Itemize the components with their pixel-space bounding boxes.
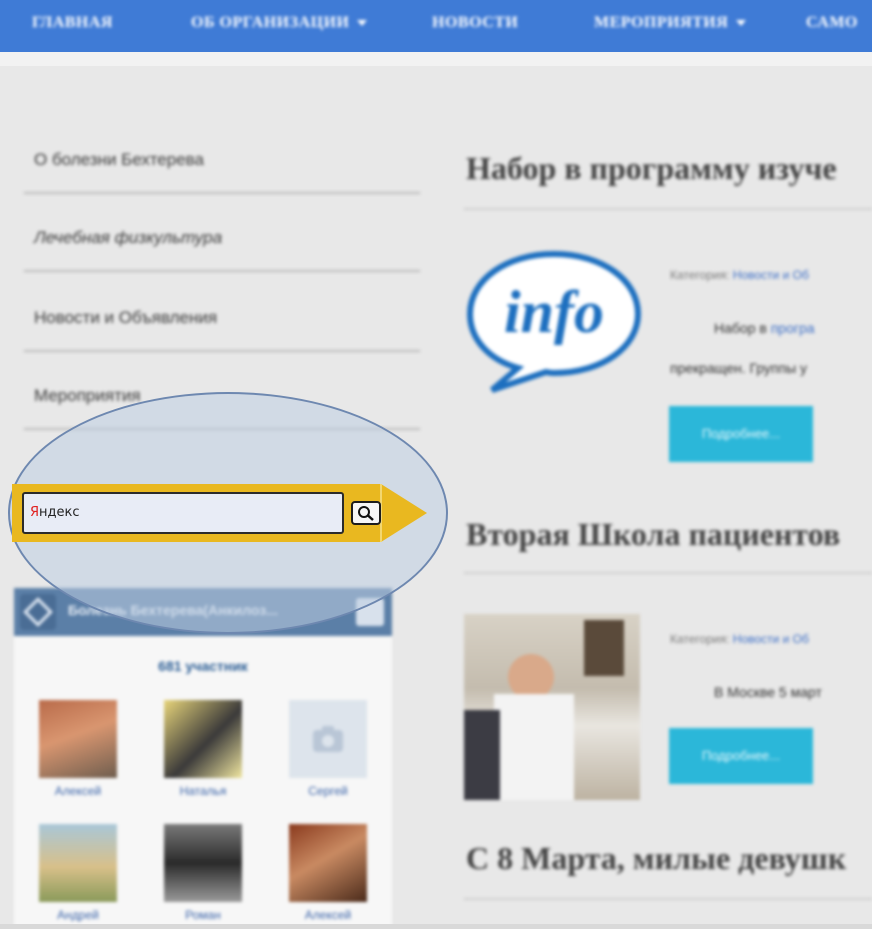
article-text-line: прекращен. Группы у	[670, 360, 808, 376]
vk-member[interactable]: Наталья	[163, 700, 243, 798]
vk-widget-body: 681 участник Алексей Наталья Сергей Андр…	[14, 636, 392, 929]
divider	[464, 572, 872, 574]
article-category: Категория: Новости и Об	[670, 268, 809, 282]
nav-self[interactable]: САМО	[806, 14, 858, 32]
sidebar-item-disease[interactable]: О болезни Бехтерева	[24, 114, 420, 194]
chevron-down-icon	[736, 20, 747, 27]
vk-member[interactable]: Андрей	[38, 824, 118, 922]
avatar	[39, 824, 117, 902]
article-category: Категория: Новости и Об	[670, 632, 809, 646]
top-navigation: ГЛАВНАЯ ОБ ОРГАНИЗАЦИИ НОВОСТИ МЕРОПРИЯТ…	[0, 0, 872, 66]
article-text: Набор в програ	[714, 320, 815, 336]
read-more-button[interactable]: Подробнее...	[669, 728, 813, 784]
avatar	[164, 700, 242, 778]
nav-home[interactable]: ГЛАВНАЯ	[32, 14, 113, 32]
vk-member[interactable]: Сергей	[288, 700, 368, 798]
sidebar-item-label: Лечебная физкультура	[34, 228, 223, 247]
yandex-logo-letter: Я	[30, 505, 40, 520]
member-name: Алексей	[304, 908, 352, 922]
info-text: info	[504, 279, 604, 345]
article-title[interactable]: Вторая Школа пациентов	[466, 516, 840, 553]
vk-member[interactable]: Алексей	[38, 700, 118, 798]
camera-icon	[313, 726, 343, 752]
avatar	[164, 824, 242, 902]
member-name: Андрей	[57, 908, 99, 922]
magnifier-icon	[358, 506, 374, 521]
avatar	[289, 700, 367, 778]
article-title[interactable]: С 8 Марта, милые девушк	[466, 840, 846, 877]
article-text-link[interactable]: програ	[771, 320, 815, 336]
category-link[interactable]: Новости и Об	[733, 632, 809, 646]
nav-about-org[interactable]: ОБ ОРГАНИЗАЦИИ	[191, 14, 368, 32]
yandex-input-value: Яндекс	[30, 505, 80, 520]
vk-group-logo-icon[interactable]	[20, 594, 56, 630]
nav-events[interactable]: МЕРОПРИЯТИЯ	[594, 14, 747, 32]
member-name: Наталья	[179, 784, 227, 798]
vk-member-count[interactable]: 681 участник	[14, 658, 392, 674]
yandex-logo-rest: ндекс	[39, 505, 80, 520]
sidebar-item-label: Мероприятия	[34, 386, 141, 405]
yandex-search-input[interactable]: Яндекс	[22, 492, 344, 534]
category-label: Категория:	[670, 268, 730, 282]
sidebar-item-news[interactable]: Новости и Объявления	[24, 272, 420, 352]
chevron-down-icon	[357, 20, 368, 27]
yandex-search-button[interactable]	[351, 501, 381, 525]
avatar	[289, 824, 367, 902]
member-name: Роман	[185, 908, 221, 922]
sidebar-item-physio[interactable]: Лечебная физкультура	[24, 192, 420, 272]
category-link[interactable]: Новости и Об	[733, 268, 809, 282]
member-name: Алексей	[54, 784, 102, 798]
article-text: В Москве 5 март	[714, 684, 822, 700]
page-bottom-border	[0, 924, 872, 929]
nav-about-label: ОБ ОРГАНИЗАЦИИ	[191, 14, 350, 31]
info-bubble-icon: info	[466, 250, 642, 393]
article-title[interactable]: Набор в программу изуче	[466, 150, 837, 187]
member-name: Сергей	[308, 784, 348, 798]
vk-member[interactable]: Алексей	[288, 824, 368, 922]
nav-news[interactable]: НОВОСТИ	[432, 14, 518, 32]
nav-self-label: САМО	[806, 14, 858, 31]
divider	[464, 208, 872, 210]
article-text-start: Набор в	[714, 320, 771, 336]
vk-member[interactable]: Роман	[163, 824, 243, 922]
yandex-arrow-shape	[381, 484, 427, 542]
read-more-button[interactable]: Подробнее...	[669, 406, 813, 462]
sidebar-item-label: О болезни Бехтерева	[34, 150, 204, 169]
nav-news-label: НОВОСТИ	[432, 14, 519, 31]
article-photo[interactable]	[464, 614, 640, 800]
nav-home-label: ГЛАВНАЯ	[32, 14, 113, 31]
divider	[464, 898, 872, 900]
avatar	[39, 700, 117, 778]
sidebar-item-label: Новости и Объявления	[34, 308, 218, 327]
nav-events-label: МЕРОПРИЯТИЯ	[594, 14, 729, 31]
category-label: Категория:	[670, 632, 730, 646]
